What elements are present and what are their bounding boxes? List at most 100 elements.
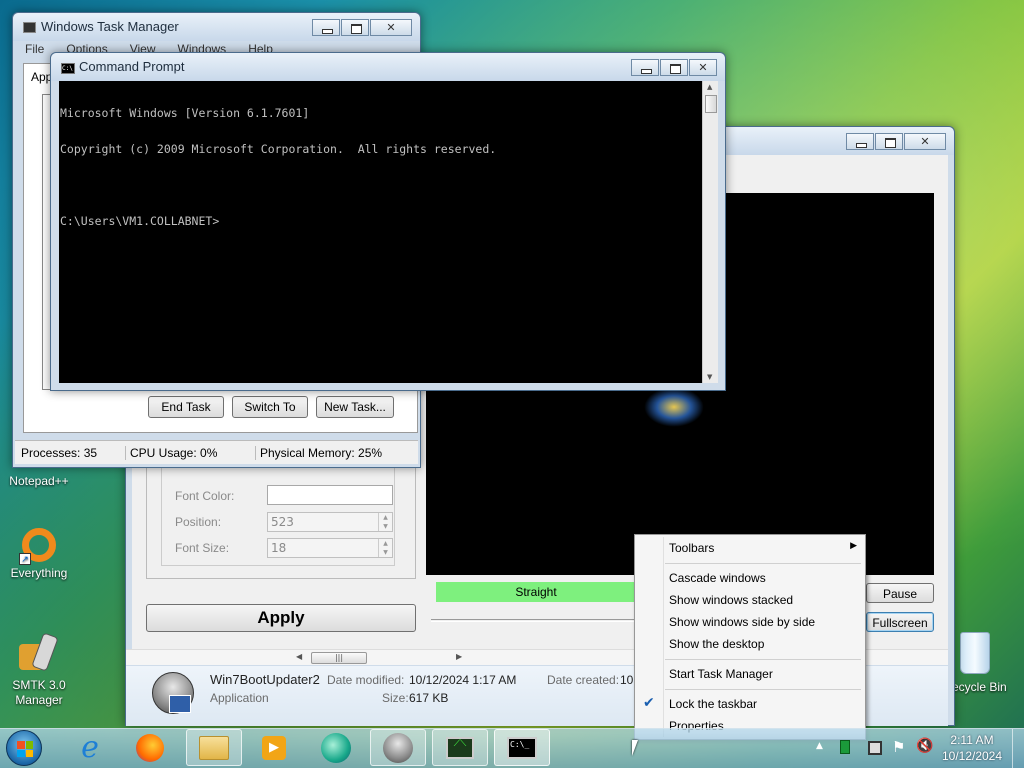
tray-app-icon[interactable] bbox=[840, 740, 850, 754]
explorer-folder-icon[interactable] bbox=[186, 729, 242, 766]
window-title: Command Prompt bbox=[79, 59, 185, 74]
minimize-button[interactable] bbox=[312, 19, 340, 36]
menu-item-cascade[interactable]: Cascade windows bbox=[669, 571, 766, 585]
menu-item-toolbars[interactable]: Toolbars bbox=[669, 541, 714, 555]
window-controls bbox=[630, 59, 717, 76]
desktop-icon-label: Notepad++ bbox=[9, 474, 69, 488]
end-task-button[interactable]: End Task bbox=[148, 396, 224, 418]
file-icon bbox=[152, 672, 194, 714]
command-prompt-icon[interactable]: C:\_ bbox=[494, 729, 550, 766]
clock[interactable]: 2:11 AM 10/12/2024 bbox=[934, 732, 1010, 764]
everything-icon: ↗ bbox=[19, 528, 56, 565]
date-created-label: Date created: bbox=[547, 673, 620, 687]
menu-separator bbox=[665, 563, 861, 564]
maximize-button[interactable] bbox=[660, 59, 688, 76]
console-line: Microsoft Windows [Version 6.1.7601] bbox=[60, 106, 310, 120]
settings-groupbox: Font Color: Position: 523 ▲ ▼ Font Size: … bbox=[146, 457, 416, 579]
scroll-left-arrow[interactable]: ◀ bbox=[296, 652, 302, 661]
submenu-arrow-icon: ▶ bbox=[850, 541, 857, 551]
media-player-icon[interactable]: ▶ bbox=[246, 729, 302, 766]
console-vscroll[interactable]: ▲ ▼ bbox=[702, 81, 718, 383]
action-center-flag-icon[interactable]: ⚑ bbox=[892, 738, 905, 756]
mouse-cursor-icon bbox=[632, 740, 644, 756]
internet-explorer-icon[interactable]: e bbox=[62, 729, 118, 766]
firefox-icon[interactable] bbox=[122, 729, 178, 766]
checkmark-icon: ✔ bbox=[643, 695, 655, 711]
scroll-thumb[interactable]: ||| bbox=[311, 652, 367, 664]
apply-label: Apply bbox=[257, 608, 305, 627]
slider-track[interactable] bbox=[431, 619, 637, 622]
date-modified-label: Date modified: bbox=[327, 673, 405, 687]
end-task-label: End Task bbox=[161, 400, 211, 414]
pause-label: Pause bbox=[882, 587, 918, 601]
show-desktop-button[interactable] bbox=[1012, 729, 1024, 768]
start-orb-icon[interactable] bbox=[6, 730, 42, 766]
file-name: Win7BootUpdater2 bbox=[210, 672, 320, 687]
scroll-thumb[interactable] bbox=[705, 95, 717, 113]
menu-file[interactable]: File bbox=[25, 42, 44, 60]
spin-buttons[interactable]: ▲ ▼ bbox=[378, 539, 392, 557]
file-type: Application bbox=[210, 691, 269, 705]
position-label: Position: bbox=[175, 515, 222, 529]
edge-like-icon[interactable] bbox=[308, 729, 364, 766]
apply-button[interactable]: Apply bbox=[146, 604, 416, 632]
minimize-button[interactable] bbox=[631, 59, 659, 76]
new-task-button[interactable]: New Task... bbox=[316, 396, 394, 418]
windows-logo-glow bbox=[644, 387, 704, 427]
size-label: Size: bbox=[382, 691, 409, 705]
font-size-value: 18 bbox=[271, 541, 287, 555]
menu-item-show-desktop[interactable]: Show the desktop bbox=[669, 637, 764, 651]
close-button[interactable] bbox=[370, 19, 412, 36]
clock-date: 10/12/2024 bbox=[941, 749, 1003, 763]
position-stepper[interactable]: 523 ▲ ▼ bbox=[267, 512, 393, 532]
scroll-up-arrow[interactable]: ▲ bbox=[707, 83, 712, 91]
fullscreen-button[interactable]: Fullscreen bbox=[866, 612, 934, 632]
close-button[interactable] bbox=[904, 133, 946, 150]
straight-label: Straight bbox=[515, 585, 557, 599]
menu-item-start-task-manager[interactable]: Start Task Manager bbox=[669, 667, 773, 681]
font-color-label: Font Color: bbox=[175, 489, 235, 503]
minimize-button[interactable] bbox=[846, 133, 874, 150]
desktop-icon-everything[interactable]: ↗ Everything bbox=[0, 528, 84, 580]
size-value: 617 KB bbox=[409, 691, 449, 705]
physical-memory: Physical Memory: 25% bbox=[255, 446, 382, 460]
switch-to-button[interactable]: Switch To bbox=[232, 396, 308, 418]
close-button[interactable] bbox=[689, 59, 717, 76]
maximize-button[interactable] bbox=[875, 133, 903, 150]
scroll-thumb-grip: ||| bbox=[334, 653, 344, 662]
volume-muted-icon[interactable]: 🔇 bbox=[916, 738, 933, 754]
show-hidden-icons-icon[interactable]: ▲ bbox=[816, 741, 823, 751]
status-bar: Processes: 35 CPU Usage: 0% Physical Mem… bbox=[15, 440, 418, 464]
maximize-button[interactable] bbox=[341, 19, 369, 36]
date-modified-value: 10/12/2024 1:17 AM bbox=[409, 673, 517, 687]
pause-button[interactable]: Pause bbox=[866, 583, 934, 603]
scroll-right-arrow[interactable]: ▶ bbox=[456, 652, 462, 661]
desktop-icon-label: Everything bbox=[10, 566, 68, 580]
window-title: Windows Task Manager bbox=[41, 19, 179, 34]
command-prompt-window: C:\ Command Prompt Microsoft Windows [Ve… bbox=[50, 52, 726, 391]
window-controls bbox=[311, 19, 412, 36]
straight-bar: Straight bbox=[436, 582, 636, 602]
console-prompt: C:\Users\VM1.COLLABNET> bbox=[60, 214, 220, 228]
menu-item-stacked[interactable]: Show windows stacked bbox=[669, 593, 793, 607]
scroll-down-arrow[interactable]: ▼ bbox=[707, 373, 712, 381]
position-value: 523 bbox=[271, 515, 294, 529]
desktop-icon-notepadpp[interactable]: Notepad++ bbox=[0, 474, 84, 488]
task-manager-icon[interactable]: ⟋⟍ bbox=[432, 729, 488, 766]
desktop-icon-smtk[interactable]: SMTK 3.0 Manager bbox=[0, 632, 84, 708]
menu-separator bbox=[665, 689, 861, 690]
font-color-field[interactable] bbox=[267, 485, 393, 505]
taskbar-context-menu: Toolbars ▶ Cascade windows Show windows … bbox=[634, 534, 866, 740]
menu-item-side-by-side[interactable]: Show windows side by side bbox=[669, 615, 815, 629]
desktop-icon-label: SMTK 3.0 Manager bbox=[12, 678, 66, 707]
spin-buttons[interactable]: ▲ ▼ bbox=[378, 513, 392, 531]
win7bootupdater-icon[interactable] bbox=[370, 729, 426, 766]
network-icon[interactable] bbox=[868, 741, 882, 755]
console-output[interactable]: Microsoft Windows [Version 6.1.7601] Cop… bbox=[59, 81, 702, 383]
cpu-usage: CPU Usage: 0% bbox=[125, 446, 217, 460]
font-size-stepper[interactable]: 18 ▲ ▼ bbox=[267, 538, 393, 558]
smtk-icon bbox=[19, 632, 59, 674]
clock-time: 2:11 AM bbox=[950, 733, 994, 747]
menu-item-lock-taskbar[interactable]: Lock the taskbar bbox=[669, 697, 757, 711]
